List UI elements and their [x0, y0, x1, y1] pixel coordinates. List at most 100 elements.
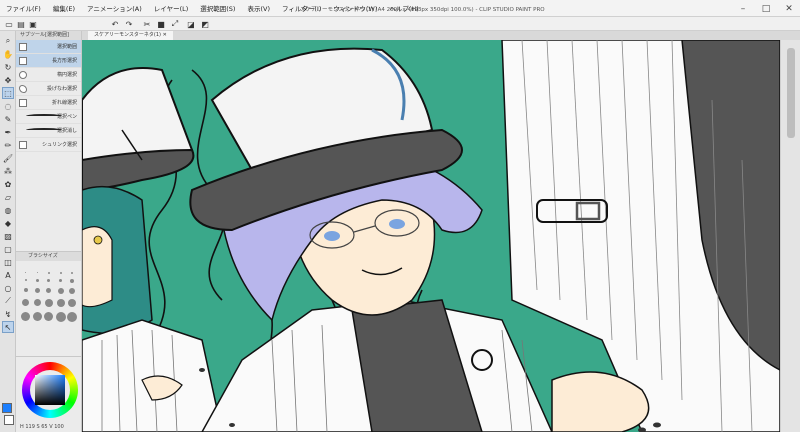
frame-icon[interactable]: ◫ — [2, 256, 14, 268]
brush-stroke-preview — [26, 128, 62, 132]
move-icon[interactable]: ✥ — [2, 74, 14, 86]
hand-icon[interactable]: ✋ — [2, 48, 14, 60]
brush-size-option[interactable] — [25, 272, 27, 273]
brush-size-option[interactable] — [35, 279, 39, 282]
brush-size-panel: ブラシサイズ — [16, 251, 82, 356]
subtool-item-select-erase[interactable]: 選択消し — [16, 124, 81, 138]
brush-size-option[interactable] — [69, 288, 76, 294]
text-icon[interactable]: A — [2, 269, 14, 281]
menu-bar: ファイル(F) 編集(E) アニメーション(A) レイヤー(L) 選択範囲(S)… — [0, 0, 800, 17]
brush-size-option[interactable] — [47, 272, 50, 274]
brush-size-option[interactable] — [22, 299, 30, 306]
brush-size-option[interactable] — [57, 288, 64, 294]
brush-size-option[interactable] — [47, 279, 51, 282]
main-color-swatch[interactable] — [2, 403, 12, 413]
redo-icon[interactable]: ↷ — [124, 19, 134, 29]
transform-icon[interactable]: ⤢ — [170, 19, 180, 29]
fill-command-icon[interactable]: ■ — [156, 19, 166, 29]
subtool-item-rect[interactable]: 長方形選択 — [16, 54, 81, 68]
right-eye-iris — [389, 219, 405, 229]
zoom-icon[interactable]: ⌕ — [2, 35, 14, 47]
brush-size-option[interactable] — [34, 288, 40, 293]
brush-size-option[interactable] — [59, 279, 63, 282]
saturation-value-square[interactable] — [35, 375, 65, 405]
brush-size-option[interactable] — [44, 312, 54, 321]
subtool-label: 選択範囲 — [56, 44, 77, 50]
lasso-icon[interactable]: ◌ — [2, 100, 14, 112]
subtool-item-selection[interactable]: 選択範囲 — [16, 40, 81, 54]
brush-size-option[interactable] — [44, 299, 53, 307]
menu-selection[interactable]: 選択範囲(S) — [194, 3, 241, 13]
menu-edit[interactable]: 編集(E) — [47, 3, 81, 13]
brush-size-option[interactable] — [68, 299, 77, 307]
operation-icon[interactable]: ↖ — [2, 321, 14, 333]
brush-size-option[interactable] — [24, 279, 27, 281]
brush-size-option[interactable] — [59, 272, 62, 274]
blend-icon[interactable]: ◍ — [2, 204, 14, 216]
ruler-icon[interactable]: ⟋ — [2, 295, 14, 307]
maximize-button[interactable]: □ — [755, 0, 777, 17]
clip-studio-window: ファイル(F) 編集(E) アニメーション(A) レイヤー(L) 選択範囲(S)… — [0, 0, 800, 432]
vertical-scrollbar[interactable] — [780, 40, 800, 432]
menu-file[interactable]: ファイル(F) — [0, 3, 47, 13]
open-icon[interactable]: ▤ — [16, 19, 26, 29]
minimize-button[interactable]: – — [732, 0, 754, 17]
clear-icon[interactable]: ✂ — [142, 19, 152, 29]
menu-view[interactable]: 表示(V) — [241, 3, 276, 13]
subtool-item-select-pen[interactable]: 選択ペン — [16, 110, 81, 124]
brush-size-option[interactable] — [33, 299, 41, 306]
fill-icon[interactable]: ◆ — [2, 217, 14, 229]
brush-size-option[interactable] — [55, 312, 66, 322]
canvas-tab-bar: スケアリーモンスターネタ(1) ✕ — [82, 31, 800, 40]
menu-layer[interactable]: レイヤー(L) — [148, 3, 195, 13]
brush-size-grid — [20, 272, 78, 322]
brush-icon[interactable]: 🖌 — [2, 152, 14, 164]
selection-icon[interactable]: ⬚ — [2, 87, 14, 99]
brush-size-option[interactable] — [67, 312, 78, 322]
gradient-icon[interactable]: ▨ — [2, 230, 14, 242]
pencil-icon[interactable]: ✏ — [2, 139, 14, 151]
decoration-icon[interactable]: ✿ — [2, 178, 14, 190]
brush-size-option[interactable] — [21, 312, 31, 321]
brush-size-option[interactable] — [36, 272, 38, 273]
canvas[interactable] — [82, 40, 780, 432]
brush-size-option[interactable] — [71, 272, 74, 274]
deselect-icon[interactable]: ◪ — [186, 19, 196, 29]
hue-ring[interactable] — [22, 362, 78, 418]
eraser-icon[interactable]: ▱ — [2, 191, 14, 203]
selection-icon — [19, 43, 27, 51]
rotate-icon[interactable]: ↻ — [2, 61, 14, 73]
sub-color-swatch[interactable] — [4, 415, 14, 425]
figure-icon[interactable]: ▢ — [2, 243, 14, 255]
subtool-label: 長方形選択 — [51, 58, 77, 64]
save-icon[interactable]: ▣ — [28, 19, 38, 29]
polyline-icon — [19, 99, 27, 107]
tool-palette: ⌕ ✋ ↻ ✥ ⬚ ◌ ✎ ✒ ✏ 🖌 ⁂ ✿ ▱ ◍ ◆ ▨ ▢ ◫ A ○ … — [0, 31, 16, 432]
subtool-label: 投げなわ選択 — [46, 86, 77, 92]
brush-size-option[interactable] — [70, 279, 75, 283]
canvas-tab[interactable]: スケアリーモンスターネタ(1) ✕ — [88, 31, 173, 40]
subtool-label: 楕円選択 — [56, 72, 77, 78]
brush-size-option[interactable] — [32, 312, 42, 321]
pen-icon[interactable]: ✒ — [2, 126, 14, 138]
eyedropper-icon[interactable]: ✎ — [2, 113, 14, 125]
rectangle-icon — [19, 57, 27, 65]
invert-selection-icon[interactable]: ◩ — [200, 19, 210, 29]
brush-size-header: ブラシサイズ — [16, 252, 81, 261]
brush-size-option[interactable] — [56, 299, 65, 307]
scrollbar-thumb[interactable] — [787, 48, 795, 138]
new-file-icon[interactable]: ▭ — [4, 19, 14, 29]
correct-line-icon[interactable]: ↯ — [2, 308, 14, 320]
close-button[interactable]: ✕ — [778, 0, 800, 17]
brush-size-option[interactable] — [46, 288, 52, 293]
balloon-icon[interactable]: ○ — [2, 282, 14, 294]
subtool-item-ellipse[interactable]: 楕円選択 — [16, 68, 81, 82]
command-bar: ▭ ▤ ▣ ↶ ↷ ✂ ■ ⤢ ◪ ◩ — [0, 17, 800, 31]
subtool-item-polyline[interactable]: 折れ線選択 — [16, 96, 81, 110]
brush-size-option[interactable] — [23, 288, 28, 292]
airbrush-icon[interactable]: ⁂ — [2, 165, 14, 177]
subtool-item-shrink[interactable]: シュリンク選択 — [16, 138, 81, 152]
menu-animation[interactable]: アニメーション(A) — [81, 3, 148, 13]
subtool-item-lasso[interactable]: 投げなわ選択 — [16, 82, 81, 96]
undo-icon[interactable]: ↶ — [110, 19, 120, 29]
